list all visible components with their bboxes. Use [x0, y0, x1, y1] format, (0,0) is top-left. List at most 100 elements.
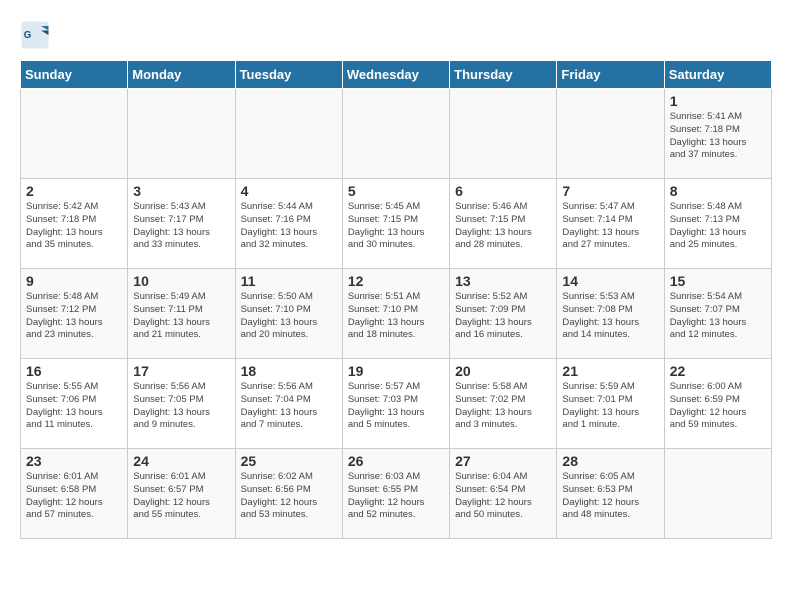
calendar-cell: 2 Sunrise: 5:42 AM Sunset: 7:18 PM Daylig… [21, 179, 128, 269]
day-info: Sunrise: 5:54 AM Sunset: 7:07 PM Dayligh… [670, 291, 766, 342]
day-info: Sunrise: 5:52 AM Sunset: 7:09 PM Dayligh… [455, 291, 551, 342]
calendar-cell: 10 Sunrise: 5:49 AM Sunset: 7:11 PM Dayli… [128, 269, 235, 359]
day-number: 14 [562, 273, 658, 289]
day-number: 7 [562, 183, 658, 199]
calendar-cell [128, 89, 235, 179]
calendar-cell: 23 Sunrise: 6:01 AM Sunset: 6:58 PM Dayli… [21, 449, 128, 539]
week-row-3: 9 Sunrise: 5:48 AM Sunset: 7:12 PM Daylig… [21, 269, 772, 359]
day-info: Sunrise: 6:05 AM Sunset: 6:53 PM Dayligh… [562, 471, 658, 522]
day-number: 28 [562, 453, 658, 469]
calendar-cell: 21 Sunrise: 5:59 AM Sunset: 7:01 PM Dayli… [557, 359, 664, 449]
day-number: 20 [455, 363, 551, 379]
day-info: Sunrise: 5:59 AM Sunset: 7:01 PM Dayligh… [562, 381, 658, 432]
day-number: 22 [670, 363, 766, 379]
calendar-cell: 26 Sunrise: 6:03 AM Sunset: 6:55 PM Dayli… [342, 449, 449, 539]
calendar-cell: 24Sunrise: 6:01 AM Sunset: 6:57 PM Dayli… [128, 449, 235, 539]
week-row-1: 1 Sunrise: 5:41 AM Sunset: 7:18 PM Daylig… [21, 89, 772, 179]
calendar-cell [664, 449, 771, 539]
day-number: 12 [348, 273, 444, 289]
calendar-cell [557, 89, 664, 179]
day-number: 4 [241, 183, 337, 199]
day-number: 2 [26, 183, 122, 199]
calendar-cell: 27Sunrise: 6:04 AM Sunset: 6:54 PM Dayli… [450, 449, 557, 539]
calendar-cell: 15Sunrise: 5:54 AM Sunset: 7:07 PM Dayli… [664, 269, 771, 359]
calendar-cell: 16 Sunrise: 5:55 AM Sunset: 7:06 PM Dayli… [21, 359, 128, 449]
calendar-cell: 25 Sunrise: 6:02 AM Sunset: 6:56 PM Dayli… [235, 449, 342, 539]
day-info: Sunrise: 5:45 AM Sunset: 7:15 PM Dayligh… [348, 201, 444, 252]
day-info: Sunrise: 5:56 AM Sunset: 7:05 PM Dayligh… [133, 381, 229, 432]
day-info: Sunrise: 5:55 AM Sunset: 7:06 PM Dayligh… [26, 381, 122, 432]
weekday-header-friday: Friday [557, 61, 664, 89]
day-number: 10 [133, 273, 229, 289]
weekday-header-wednesday: Wednesday [342, 61, 449, 89]
weekday-header-row: SundayMondayTuesdayWednesdayThursdayFrid… [21, 61, 772, 89]
day-number: 25 [241, 453, 337, 469]
calendar-cell: 12 Sunrise: 5:51 AM Sunset: 7:10 PM Dayli… [342, 269, 449, 359]
day-number: 19 [348, 363, 444, 379]
calendar-cell: 6 Sunrise: 5:46 AM Sunset: 7:15 PM Daylig… [450, 179, 557, 269]
calendar-cell: 8 Sunrise: 5:48 AM Sunset: 7:13 PM Daylig… [664, 179, 771, 269]
week-row-4: 16 Sunrise: 5:55 AM Sunset: 7:06 PM Dayli… [21, 359, 772, 449]
day-info: Sunrise: 5:53 AM Sunset: 7:08 PM Dayligh… [562, 291, 658, 342]
logo: G [20, 20, 54, 50]
calendar-cell [450, 89, 557, 179]
day-info: Sunrise: 5:50 AM Sunset: 7:10 PM Dayligh… [241, 291, 337, 342]
day-info: Sunrise: 5:56 AM Sunset: 7:04 PM Dayligh… [241, 381, 337, 432]
day-info: Sunrise: 5:47 AM Sunset: 7:14 PM Dayligh… [562, 201, 658, 252]
day-number: 8 [670, 183, 766, 199]
day-info: Sunrise: 6:00 AM Sunset: 6:59 PM Dayligh… [670, 381, 766, 432]
calendar-cell: 28 Sunrise: 6:05 AM Sunset: 6:53 PM Dayli… [557, 449, 664, 539]
weekday-header-saturday: Saturday [664, 61, 771, 89]
day-number: 17 [133, 363, 229, 379]
day-info: Sunrise: 6:02 AM Sunset: 6:56 PM Dayligh… [241, 471, 337, 522]
day-number: 18 [241, 363, 337, 379]
day-info: Sunrise: 6:01 AM Sunset: 6:58 PM Dayligh… [26, 471, 122, 522]
calendar-cell: 17 Sunrise: 5:56 AM Sunset: 7:05 PM Dayli… [128, 359, 235, 449]
calendar-cell [21, 89, 128, 179]
weekday-header-thursday: Thursday [450, 61, 557, 89]
day-number: 21 [562, 363, 658, 379]
day-info: Sunrise: 6:03 AM Sunset: 6:55 PM Dayligh… [348, 471, 444, 522]
calendar-cell: 5 Sunrise: 5:45 AM Sunset: 7:15 PM Daylig… [342, 179, 449, 269]
day-info: Sunrise: 5:44 AM Sunset: 7:16 PM Dayligh… [241, 201, 337, 252]
day-info: Sunrise: 5:57 AM Sunset: 7:03 PM Dayligh… [348, 381, 444, 432]
week-row-2: 2 Sunrise: 5:42 AM Sunset: 7:18 PM Daylig… [21, 179, 772, 269]
week-row-5: 23 Sunrise: 6:01 AM Sunset: 6:58 PM Dayli… [21, 449, 772, 539]
day-number: 5 [348, 183, 444, 199]
day-info: Sunrise: 5:43 AM Sunset: 7:17 PM Dayligh… [133, 201, 229, 252]
day-number: 11 [241, 273, 337, 289]
calendar-cell: 20Sunrise: 5:58 AM Sunset: 7:02 PM Dayli… [450, 359, 557, 449]
calendar-cell: 19 Sunrise: 5:57 AM Sunset: 7:03 PM Dayli… [342, 359, 449, 449]
day-number: 27 [455, 453, 551, 469]
calendar-cell: 3 Sunrise: 5:43 AM Sunset: 7:17 PM Daylig… [128, 179, 235, 269]
day-info: Sunrise: 5:42 AM Sunset: 7:18 PM Dayligh… [26, 201, 122, 252]
day-info: Sunrise: 5:46 AM Sunset: 7:15 PM Dayligh… [455, 201, 551, 252]
day-number: 1 [670, 93, 766, 109]
calendar-table: SundayMondayTuesdayWednesdayThursdayFrid… [20, 60, 772, 539]
calendar-cell: 22 Sunrise: 6:00 AM Sunset: 6:59 PM Dayli… [664, 359, 771, 449]
day-info: Sunrise: 5:48 AM Sunset: 7:13 PM Dayligh… [670, 201, 766, 252]
calendar-cell: 1 Sunrise: 5:41 AM Sunset: 7:18 PM Daylig… [664, 89, 771, 179]
day-number: 26 [348, 453, 444, 469]
day-number: 3 [133, 183, 229, 199]
day-number: 9 [26, 273, 122, 289]
day-info: Sunrise: 6:01 AM Sunset: 6:57 PM Dayligh… [133, 471, 229, 522]
page-header: G [20, 20, 772, 50]
weekday-header-tuesday: Tuesday [235, 61, 342, 89]
calendar-cell: 4 Sunrise: 5:44 AM Sunset: 7:16 PM Daylig… [235, 179, 342, 269]
calendar-cell [342, 89, 449, 179]
logo-icon: G [20, 20, 50, 50]
day-number: 23 [26, 453, 122, 469]
day-info: Sunrise: 5:41 AM Sunset: 7:18 PM Dayligh… [670, 111, 766, 162]
svg-text:G: G [24, 30, 32, 41]
day-number: 16 [26, 363, 122, 379]
day-number: 6 [455, 183, 551, 199]
calendar-cell: 7 Sunrise: 5:47 AM Sunset: 7:14 PM Daylig… [557, 179, 664, 269]
calendar-cell: 13Sunrise: 5:52 AM Sunset: 7:09 PM Dayli… [450, 269, 557, 359]
weekday-header-monday: Monday [128, 61, 235, 89]
day-info: Sunrise: 5:51 AM Sunset: 7:10 PM Dayligh… [348, 291, 444, 342]
calendar-cell: 18 Sunrise: 5:56 AM Sunset: 7:04 PM Dayli… [235, 359, 342, 449]
day-info: Sunrise: 5:48 AM Sunset: 7:12 PM Dayligh… [26, 291, 122, 342]
calendar-cell: 11 Sunrise: 5:50 AM Sunset: 7:10 PM Dayli… [235, 269, 342, 359]
day-info: Sunrise: 5:49 AM Sunset: 7:11 PM Dayligh… [133, 291, 229, 342]
